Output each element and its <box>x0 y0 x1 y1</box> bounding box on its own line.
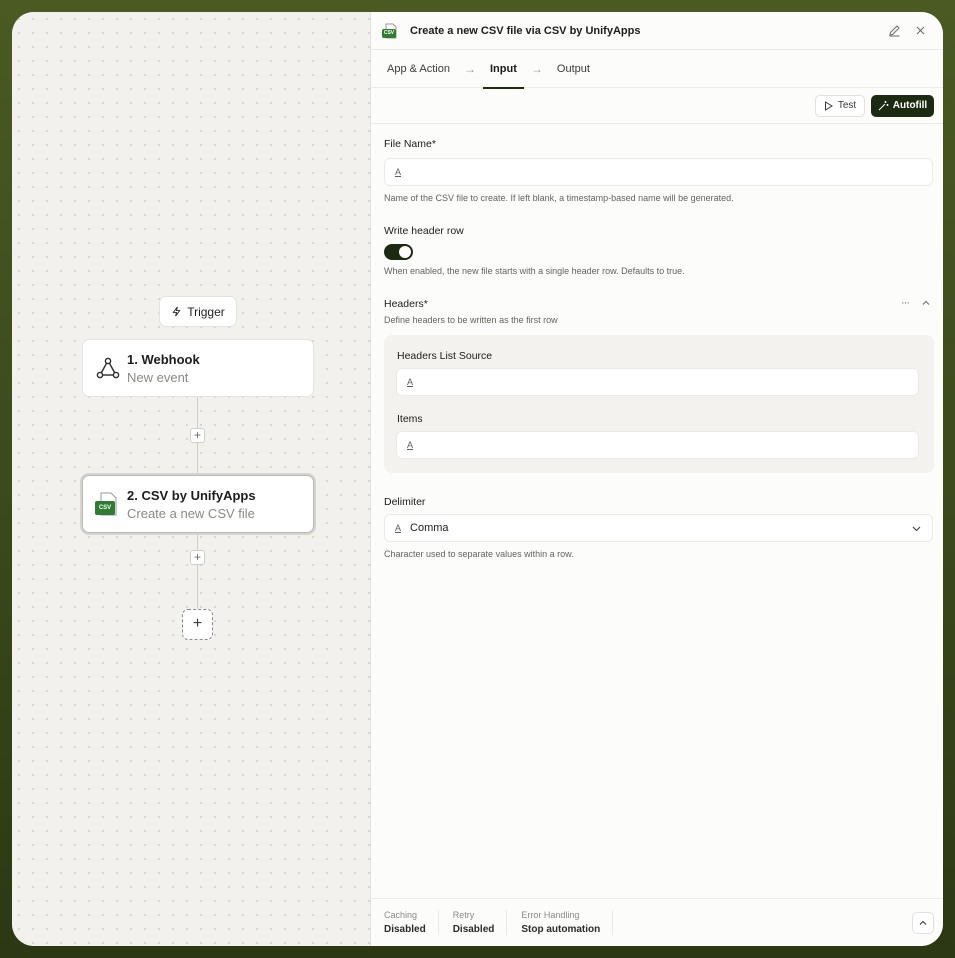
caching-key: Caching <box>384 910 418 920</box>
node-subtitle: Create a new CSV file <box>127 505 255 521</box>
retry-value: Disabled <box>452 924 495 935</box>
trigger-label: Trigger <box>187 304 225 319</box>
text-type-icon: A <box>407 377 414 387</box>
input-form: File Name* A Name of the CSV file to cre… <box>371 124 943 898</box>
webhook-icon <box>96 357 120 379</box>
caching-value: Disabled <box>384 924 426 935</box>
lightning-icon <box>172 306 181 317</box>
write-header-row-hint: When enabled, the new file starts with a… <box>384 266 685 276</box>
magic-wand-icon <box>878 101 889 111</box>
text-type-icon: A <box>407 440 414 450</box>
headers-group: Headers List Source A Items A <box>384 335 934 473</box>
file-name-hint: Name of the CSV file to create. If left … <box>384 193 734 203</box>
arrow-right-icon: → <box>464 61 476 76</box>
add-step-button[interactable]: + <box>190 428 205 443</box>
expand-footer-button[interactable] <box>912 912 934 934</box>
chevron-up-icon[interactable] <box>921 298 931 308</box>
step-config-panel: CSV Create a new CSV file via CSV by Uni… <box>371 12 943 946</box>
write-header-row-label: Write header row <box>384 225 464 237</box>
items-input[interactable]: A <box>396 431 919 459</box>
close-icon <box>916 26 924 35</box>
headers-controls: ··· <box>901 297 931 309</box>
add-step-button[interactable]: + <box>190 550 205 565</box>
panel-footer: Caching Disabled Retry Disabled Error Ha… <box>371 898 943 946</box>
close-button[interactable] <box>909 20 931 42</box>
text-type-icon: A <box>395 167 402 177</box>
trigger-button[interactable]: Trigger <box>159 296 237 327</box>
panel-header: CSV Create a new CSV file via CSV by Uni… <box>371 12 943 50</box>
more-options-icon[interactable]: ··· <box>901 297 910 309</box>
arrow-right-icon: → <box>530 61 543 76</box>
file-name-label: File Name* <box>384 138 436 150</box>
caching-setting[interactable]: Caching Disabled <box>384 910 439 935</box>
delimiter-hint: Character used to separate values within… <box>384 549 574 559</box>
tab-input[interactable]: Input <box>483 50 524 89</box>
error-handling-setting[interactable]: Error Handling Stop automation <box>521 910 614 935</box>
tab-output[interactable]: Output <box>557 50 590 88</box>
csv-file-icon: CSV <box>382 23 399 39</box>
headers-list-source-input[interactable]: A <box>396 368 919 396</box>
file-name-input[interactable]: A <box>384 158 933 186</box>
error-handling-value: Stop automation <box>521 924 601 935</box>
csv-badge: CSV <box>95 501 115 515</box>
panel-title: Create a new CSV file via CSV by UnifyAp… <box>410 24 641 37</box>
workflow-node-csv[interactable]: CSV 2. CSV by UnifyApps Create a new CSV… <box>82 475 314 533</box>
pencil-icon <box>888 25 900 37</box>
step-tabs: App & Action → Input → Output <box>371 50 943 89</box>
node-title: 2. CSV by UnifyApps <box>127 487 256 503</box>
write-header-row-toggle[interactable] <box>384 244 413 260</box>
autofill-button[interactable]: Autofill <box>871 94 934 117</box>
test-button[interactable]: Test <box>815 94 865 117</box>
error-handling-key: Error Handling <box>521 910 580 920</box>
app-frame: Trigger 1. Webhook New event + CSV 2. CS… <box>12 12 943 946</box>
workflow-node-webhook[interactable]: 1. Webhook New event <box>82 339 314 397</box>
edit-button[interactable] <box>883 20 905 42</box>
chevron-up-icon <box>919 920 927 925</box>
node-subtitle: New event <box>127 369 189 385</box>
node-title: 1. Webhook <box>127 351 200 367</box>
test-label: Test <box>837 100 857 111</box>
headers-label: Headers* <box>384 298 428 310</box>
retry-key: Retry <box>452 910 475 920</box>
workflow-canvas[interactable]: Trigger 1. Webhook New event + CSV 2. CS… <box>12 12 371 946</box>
csv-file-icon: CSV <box>95 492 119 516</box>
autofill-label: Autofill <box>892 100 928 111</box>
delimiter-select[interactable]: A Comma <box>384 514 933 542</box>
play-icon <box>824 100 833 111</box>
add-new-step-button[interactable]: + <box>182 609 213 640</box>
items-label: Items <box>397 413 423 425</box>
connector-line <box>197 533 198 609</box>
delimiter-label: Delimiter <box>384 496 426 508</box>
delimiter-value: Comma <box>410 522 449 534</box>
tab-app-action[interactable]: App & Action <box>387 50 450 88</box>
csv-badge: CSV <box>382 28 396 38</box>
retry-setting[interactable]: Retry Disabled <box>453 910 508 935</box>
chevron-down-icon <box>912 526 921 532</box>
text-type-icon: A <box>395 523 402 533</box>
headers-hint: Define headers to be written as the firs… <box>384 315 558 325</box>
action-bar: Test Autofill <box>371 88 943 124</box>
headers-list-source-label: Headers List Source <box>397 350 493 362</box>
